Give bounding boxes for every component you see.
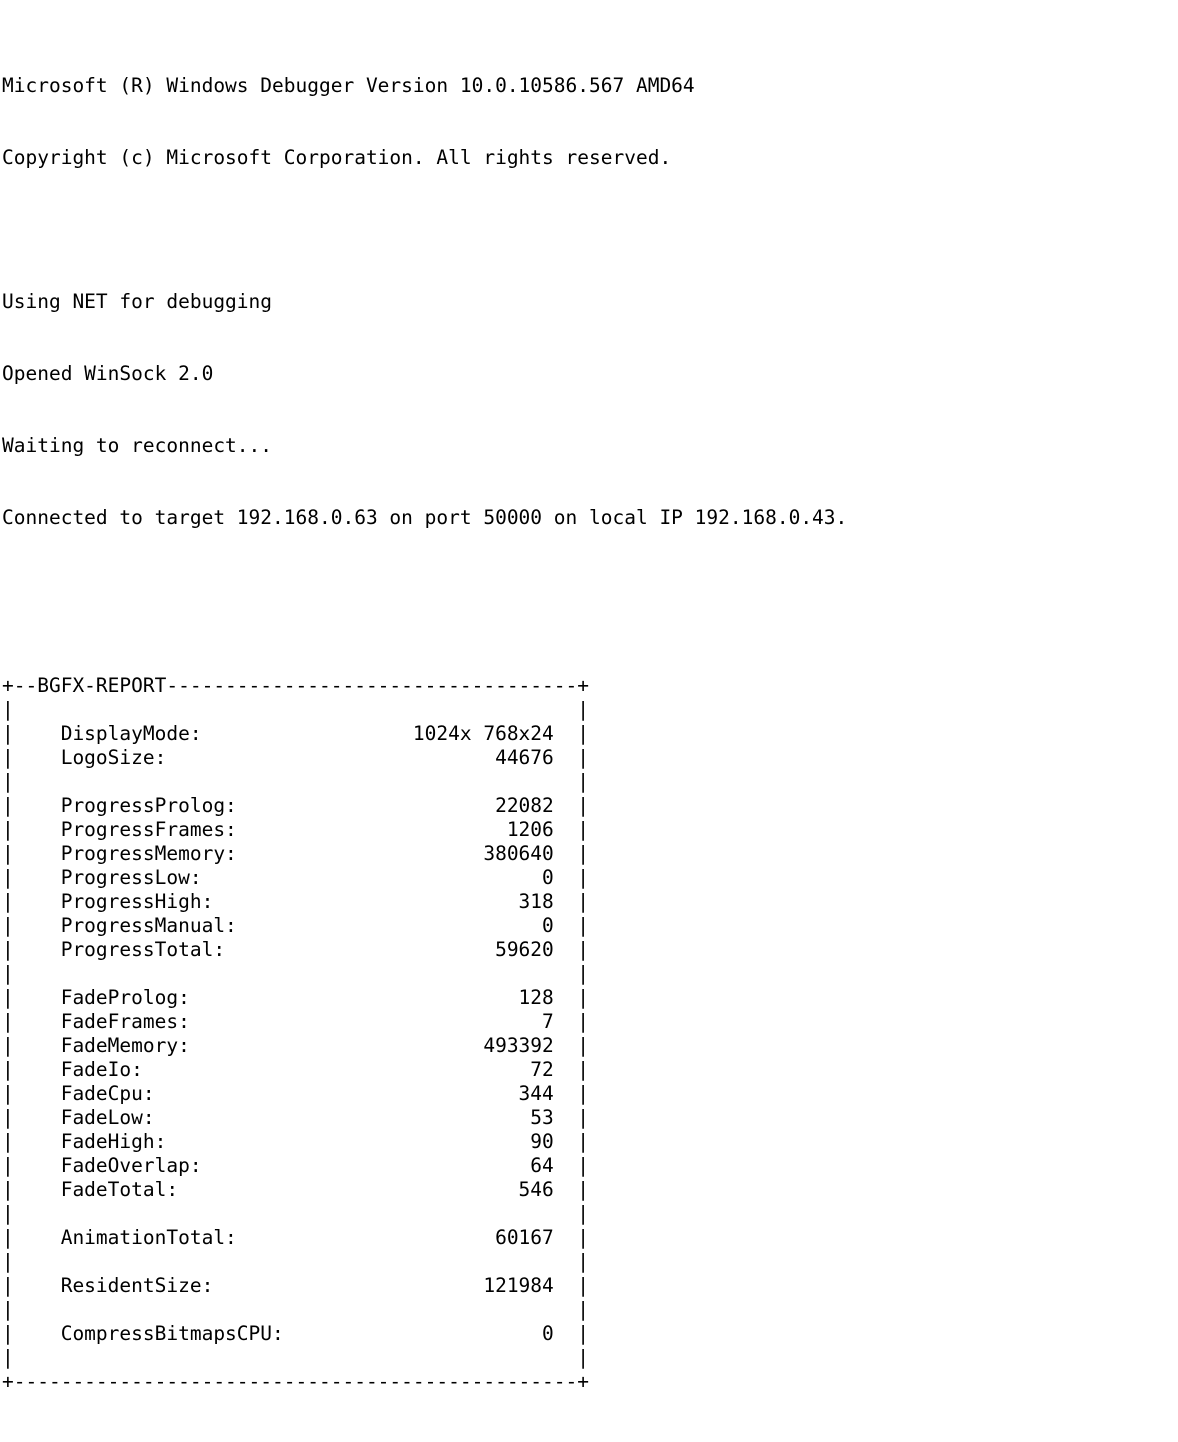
log-line-opened-winsock: Opened WinSock 2.0 [2,362,214,385]
spacer-line [2,578,1178,602]
report-row-fade: | FadeTotal: 546 | [2,1178,589,1201]
report-row-fade: | FadeFrames: 7 | [2,1010,589,1033]
report-blank-row: | | [2,698,589,721]
report-row-progress: | ProgressTotal: 59620 | [2,938,589,961]
report-row-progress: | ProgressMemory: 380640 | [2,842,589,865]
report-blank-row: | | [2,1202,589,1225]
report-blank-row: | | [2,962,589,985]
log-line-connected-target: Connected to target 192.168.0.63 on port… [2,506,848,529]
report-top-border: +--BGFX-REPORT--------------------------… [2,674,589,697]
spacer-line [2,218,1178,242]
report-row-progress: | ProgressManual: 0 | [2,914,589,937]
report-row-fade: | FadeCpu: 344 | [2,1082,589,1105]
report-blank-row: | | [2,1250,589,1273]
report-row-compress: | CompressBitmapsCPU: 0 | [2,1322,589,1345]
banner-line-2: Copyright (c) Microsoft Corporation. All… [2,146,672,169]
report-row-resident: | ResidentSize: 121984 | [2,1274,589,1297]
report-row-progress: | ProgressHigh: 318 | [2,890,589,913]
banner-line-1: Microsoft (R) Windows Debugger Version 1… [2,74,695,97]
report-row-fade: | FadeMemory: 493392 | [2,1034,589,1057]
report-bottom-border: +---------------------------------------… [2,1370,589,1393]
report-row-progress: | ProgressLow: 0 | [2,866,589,889]
report-blank-row: | | [2,1346,589,1369]
log-line-using-net: Using NET for debugging [2,290,273,313]
debugger-console-output[interactable]: Microsoft (R) Windows Debugger Version 1… [0,0,1178,1442]
report-row-progress: | ProgressFrames: 1206 | [2,818,589,841]
report-row-fade: | FadeLow: 53 | [2,1106,589,1129]
report-row-display: | DisplayMode: 1024x 768x24 | [2,722,589,745]
report-blank-row: | | [2,770,589,793]
report-row-fade: | FadeHigh: 90 | [2,1130,589,1153]
report-row-fade: | FadeProlog: 128 | [2,986,589,1009]
report-row-fade: | FadeIo: 72 | [2,1058,589,1081]
report-row-animation: | AnimationTotal: 60167 | [2,1226,589,1249]
bgfx-report-box: +--BGFX-REPORT--------------------------… [2,674,1178,1394]
report-row-progress: | ProgressProlog: 22082 | [2,794,589,817]
report-blank-row: | | [2,1298,589,1321]
report-row-display: | LogoSize: 44676 | [2,746,589,769]
log-line-waiting-reconnect: Waiting to reconnect... [2,434,273,457]
report-row-fade: | FadeOverlap: 64 | [2,1154,589,1177]
